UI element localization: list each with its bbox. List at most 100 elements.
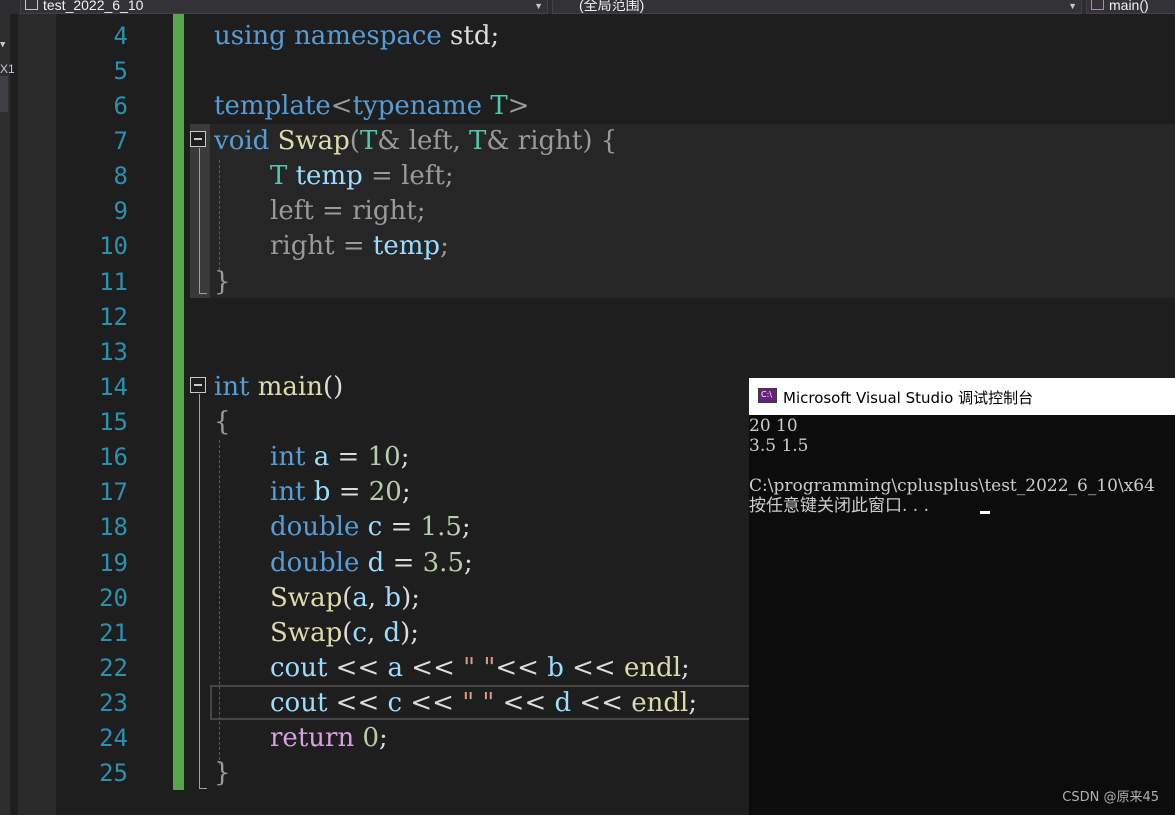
- token: b: [547, 653, 564, 683]
- console-output-line: 20 10: [749, 416, 798, 436]
- line-number: 13: [99, 338, 128, 366]
- chevron-down-icon: ▼: [1068, 1, 1077, 11]
- token: endl: [631, 688, 689, 718]
- token: ;: [681, 653, 690, 683]
- line-number: 6: [113, 92, 128, 120]
- collapse-main-icon[interactable]: [190, 377, 206, 393]
- token: T: [359, 126, 378, 156]
- swap-outline-line: [199, 148, 200, 293]
- strip-scroll-thumb[interactable]: [0, 76, 8, 112]
- token: }: [214, 758, 231, 788]
- token: double: [270, 548, 360, 578]
- line-number: 20: [99, 584, 128, 612]
- console-output-line: C:\programming\cplusplus\test_2022_6_10\…: [749, 476, 1155, 496]
- token: int: [270, 477, 306, 507]
- token: left: [270, 196, 314, 226]
- line-number: 5: [113, 57, 128, 85]
- console-title: Microsoft Visual Studio 调试控制台: [783, 389, 1034, 407]
- token: ;: [688, 688, 698, 718]
- scope-label: (全局范围): [579, 0, 645, 13]
- main-outline-end: [199, 788, 207, 789]
- swap-selection-margin: [190, 124, 210, 298]
- token: ,: [367, 583, 385, 613]
- token: ;: [461, 512, 471, 542]
- token: ;: [416, 196, 426, 226]
- token: c: [367, 512, 383, 542]
- token: &: [486, 126, 518, 156]
- token: 3.5: [422, 548, 464, 578]
- member-dropdown[interactable]: main(): [1086, 0, 1175, 14]
- code-line-4[interactable]: using namespace std;: [214, 19, 499, 54]
- console-title-bar[interactable]: C:\ Microsoft Visual Studio 调试控制台: [749, 378, 1175, 415]
- token: <<: [571, 688, 632, 718]
- token: <<: [494, 688, 555, 718]
- code-line-24[interactable]: return 0;: [270, 721, 388, 756]
- token: (): [323, 372, 344, 402]
- line-number: 9: [113, 197, 128, 225]
- glyph-margin[interactable]: [18, 14, 56, 815]
- code-line-14[interactable]: int main(): [214, 370, 343, 405]
- token: (: [342, 583, 353, 613]
- token: (: [349, 126, 360, 156]
- code-line-10[interactable]: right = temp;: [270, 229, 449, 264]
- code-line-6[interactable]: template<typename T>: [214, 89, 529, 124]
- token: {: [214, 407, 231, 437]
- token: main: [257, 372, 323, 402]
- token: <: [330, 91, 353, 121]
- token: ) {: [582, 126, 618, 156]
- token: d: [367, 548, 385, 578]
- code-line-15[interactable]: {: [214, 405, 231, 440]
- token: <<: [403, 653, 464, 683]
- scope-dropdown[interactable]: (全局范围) ▼: [552, 0, 1082, 14]
- code-line-23[interactable]: cout << c << " " << d << endl;: [270, 686, 697, 721]
- token: endl: [623, 653, 682, 683]
- code-line-25[interactable]: }: [214, 756, 231, 791]
- token: double: [270, 512, 360, 542]
- code-line-19[interactable]: double d = 3.5;: [270, 546, 473, 581]
- token: d: [383, 618, 401, 648]
- token: }: [214, 267, 231, 297]
- token: a: [352, 583, 368, 613]
- token: =: [362, 161, 402, 191]
- code-line-11[interactable]: }: [214, 265, 231, 300]
- watermark: CSDN @原来45: [1062, 790, 1159, 805]
- collapse-arrow-icon[interactable]: ▼: [0, 40, 5, 50]
- token: right: [270, 231, 335, 261]
- code-line-21[interactable]: Swap(c, d);: [270, 616, 419, 651]
- line-number: 4: [113, 22, 128, 50]
- project-dropdown[interactable]: test_2022_6_10 ▼: [20, 0, 548, 14]
- code-line-20[interactable]: Swap(a, b);: [270, 581, 420, 616]
- code-line-18[interactable]: double c = 1.5;: [270, 510, 471, 545]
- line-number: 22: [99, 654, 128, 682]
- code-line-22[interactable]: cout << a << " "<< b << endl;: [270, 651, 690, 686]
- token: &: [377, 126, 409, 156]
- code-line-16[interactable]: int a = 10;: [270, 440, 409, 475]
- token: <<: [563, 653, 624, 683]
- code-line-9[interactable]: left = right;: [270, 194, 425, 229]
- token: b: [384, 583, 402, 613]
- line-number: 11: [99, 268, 128, 296]
- token: <<: [327, 653, 388, 683]
- left-tool-strip: ▼ X1: [0, 14, 15, 815]
- token: 10: [367, 442, 401, 472]
- token: ;: [464, 548, 473, 578]
- token: =: [382, 512, 421, 542]
- navigation-bar: test_2022_6_10 ▼ (全局范围) ▼ main(): [0, 0, 1175, 14]
- code-line-17[interactable]: int b = 20;: [270, 475, 411, 510]
- code-line-7[interactable]: void Swap(T& left, T& right) {: [214, 124, 617, 159]
- collapse-swap-icon[interactable]: [190, 131, 206, 147]
- token: c: [387, 688, 403, 718]
- debug-console-window[interactable]: C:\ Microsoft Visual Studio 调试控制台 20 10 …: [749, 378, 1175, 815]
- token: ,: [366, 618, 384, 648]
- token: temp: [372, 231, 441, 261]
- token: ;: [379, 723, 388, 753]
- close-label[interactable]: X1: [0, 62, 15, 76]
- token: =: [313, 196, 353, 226]
- token: <<: [327, 688, 388, 718]
- code-line-8[interactable]: T temp = left;: [270, 159, 454, 194]
